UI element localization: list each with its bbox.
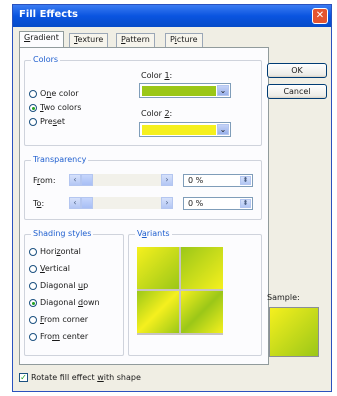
color1-picker[interactable]: ⌄	[139, 83, 231, 98]
radio-circle	[29, 89, 37, 98]
arrow-left-icon: ‹	[73, 175, 77, 184]
radio-two-colors[interactable]: Two colors	[29, 103, 81, 112]
radio-circle	[29, 332, 37, 341]
slider-left-button[interactable]: ‹	[69, 174, 81, 186]
gradient-panel: Colors One color Two colors Preset Color…	[19, 47, 269, 365]
radio-from-center[interactable]: From center	[29, 332, 88, 341]
color1-dropdown-button[interactable]: ⌄	[217, 85, 229, 96]
to-slider[interactable]: ‹ ›	[69, 197, 173, 209]
from-spinbox[interactable]: 0 % ⬍	[183, 174, 253, 187]
tab-picture[interactable]: Picture	[165, 33, 203, 47]
transparency-group: Transparency From: ‹ › 0 % ⬍ To: ‹ › 0 %	[24, 155, 262, 220]
radio-diagonal-up[interactable]: Diagonal up	[29, 281, 88, 290]
radio-diagonal-down[interactable]: Diagonal down	[29, 298, 100, 307]
from-label: From:	[33, 176, 56, 185]
variants-group: Variants	[128, 229, 262, 356]
ok-button[interactable]: OK	[267, 63, 327, 78]
radio-circle	[29, 247, 37, 256]
variants-title: Variants	[135, 229, 172, 238]
slider-thumb[interactable]	[81, 174, 93, 186]
color1-swatch	[142, 86, 216, 96]
arrow-left-icon: ‹	[73, 198, 77, 207]
variant-bottom-left[interactable]	[137, 291, 179, 333]
checkbox-box: ✓	[19, 373, 28, 382]
to-spinbox[interactable]: 0 % ⬍	[183, 197, 253, 210]
color2-picker[interactable]: ⌄	[139, 122, 231, 137]
sample-preview	[269, 307, 319, 357]
color2-dropdown-button[interactable]: ⌄	[217, 124, 229, 135]
color1-label: Color 1:	[141, 71, 173, 80]
to-label: To:	[33, 199, 45, 208]
radio-circle	[29, 117, 37, 126]
variant-top-right[interactable]	[181, 247, 223, 289]
radio-horizontal[interactable]: Horizontal	[29, 247, 81, 256]
spin-arrows-icon: ⬍	[242, 199, 249, 207]
slider-track[interactable]	[81, 174, 161, 186]
shading-styles-group: Shading styles Horizontal Vertical Diago…	[24, 229, 124, 356]
variant-bottom-right[interactable]	[181, 291, 223, 333]
slider-left-button[interactable]: ‹	[69, 197, 81, 209]
radio-preset[interactable]: Preset	[29, 117, 65, 126]
tab-pattern[interactable]: Pattern	[116, 33, 155, 47]
radio-circle	[29, 264, 37, 273]
radio-circle-selected	[29, 298, 37, 307]
color2-label: Color 2:	[141, 109, 173, 118]
radio-circle-selected	[29, 103, 37, 112]
from-slider[interactable]: ‹ ›	[69, 174, 173, 186]
transparency-group-title: Transparency	[31, 155, 89, 164]
arrow-right-icon: ›	[165, 198, 169, 207]
from-spin-button[interactable]: ⬍	[240, 176, 251, 185]
cancel-button[interactable]: Cancel	[267, 84, 327, 99]
radio-from-corner[interactable]: From corner	[29, 315, 88, 324]
slider-thumb[interactable]	[81, 197, 93, 209]
close-button[interactable]: ✕	[312, 8, 328, 24]
from-value[interactable]: 0 %	[188, 176, 203, 185]
color2-swatch	[142, 125, 216, 135]
slider-right-button[interactable]: ›	[161, 197, 173, 209]
variants-grid	[137, 247, 223, 335]
radio-circle	[29, 315, 37, 324]
check-icon: ✓	[20, 372, 27, 382]
colors-group-title: Colors	[31, 55, 61, 64]
radio-vertical[interactable]: Vertical	[29, 264, 70, 273]
title-bar: Fill Effects ✕	[13, 5, 331, 27]
rotate-fill-checkbox[interactable]: ✓ Rotate fill effect with shape	[19, 373, 141, 382]
sample-label: Sample:	[267, 293, 300, 302]
arrow-right-icon: ›	[165, 175, 169, 184]
radio-one-color[interactable]: One color	[29, 89, 79, 98]
fill-effects-dialog: Fill Effects ✕ Gradient Texture Pattern …	[12, 4, 332, 392]
chevron-down-icon: ⌄	[219, 86, 227, 95]
variant-top-left[interactable]	[137, 247, 179, 289]
shading-styles-title: Shading styles	[31, 229, 94, 238]
colors-group: Colors One color Two colors Preset Color…	[24, 55, 262, 146]
slider-right-button[interactable]: ›	[161, 174, 173, 186]
spin-arrows-icon: ⬍	[242, 176, 249, 184]
window-title: Fill Effects	[19, 9, 78, 20]
chevron-down-icon: ⌄	[219, 125, 227, 134]
slider-track[interactable]	[81, 197, 161, 209]
close-icon: ✕	[315, 10, 325, 21]
tab-gradient[interactable]: Gradient	[19, 31, 64, 47]
to-spin-button[interactable]: ⬍	[240, 199, 251, 208]
to-value[interactable]: 0 %	[188, 199, 203, 208]
tab-texture[interactable]: Texture	[69, 33, 109, 47]
radio-circle	[29, 281, 37, 290]
